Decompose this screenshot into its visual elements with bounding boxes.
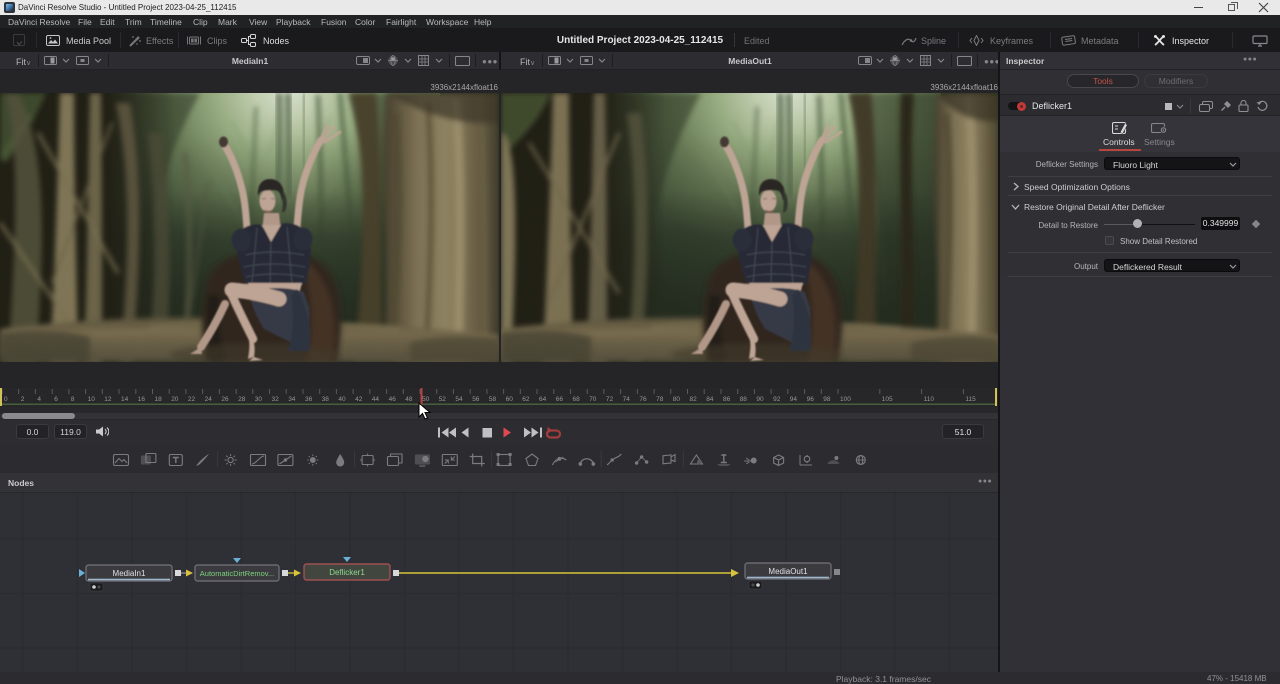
- svg-text:40: 40: [338, 396, 346, 403]
- svg-text:AutomaticDirtRemov...: AutomaticDirtRemov...: [200, 569, 274, 578]
- svg-text:34: 34: [288, 396, 296, 403]
- svg-text:74: 74: [623, 396, 631, 403]
- svg-text:20: 20: [171, 396, 179, 403]
- svg-text:52: 52: [439, 396, 447, 403]
- svg-text:44: 44: [372, 396, 380, 403]
- svg-text:96: 96: [807, 396, 815, 403]
- svg-text:42: 42: [355, 396, 363, 403]
- svg-text:66: 66: [556, 396, 564, 403]
- svg-text:24: 24: [205, 396, 213, 403]
- svg-text:6: 6: [54, 396, 58, 403]
- svg-text:94: 94: [790, 396, 798, 403]
- svg-text:58: 58: [489, 396, 497, 403]
- svg-text:36: 36: [305, 396, 313, 403]
- svg-text:98: 98: [823, 396, 831, 403]
- svg-text:38: 38: [322, 396, 330, 403]
- svg-text:14: 14: [121, 396, 129, 403]
- svg-text:115: 115: [965, 396, 976, 403]
- svg-text:8: 8: [71, 396, 75, 403]
- svg-text:MediaOut1: MediaOut1: [768, 567, 808, 576]
- svg-text:100: 100: [840, 396, 851, 403]
- svg-text:76: 76: [639, 396, 647, 403]
- svg-text:32: 32: [272, 396, 280, 403]
- svg-text:54: 54: [455, 396, 463, 403]
- svg-text:70: 70: [589, 396, 597, 403]
- svg-text:2: 2: [21, 396, 25, 403]
- svg-text:80: 80: [673, 396, 681, 403]
- svg-text:88: 88: [740, 396, 748, 403]
- svg-text:26: 26: [221, 396, 229, 403]
- svg-text:110: 110: [924, 396, 935, 403]
- svg-text:0: 0: [4, 396, 8, 403]
- svg-text:16: 16: [138, 396, 146, 403]
- svg-text:28: 28: [238, 396, 246, 403]
- svg-text:86: 86: [723, 396, 731, 403]
- svg-text:84: 84: [706, 396, 714, 403]
- svg-text:18: 18: [155, 396, 163, 403]
- svg-text:30: 30: [255, 396, 263, 403]
- svg-text:62: 62: [522, 396, 530, 403]
- svg-text:68: 68: [573, 396, 581, 403]
- svg-text:56: 56: [472, 396, 480, 403]
- svg-text:46: 46: [389, 396, 397, 403]
- svg-text:90: 90: [756, 396, 764, 403]
- svg-text:92: 92: [773, 396, 781, 403]
- svg-text:10: 10: [88, 396, 96, 403]
- svg-text:64: 64: [539, 396, 547, 403]
- svg-text:22: 22: [188, 396, 196, 403]
- svg-text:78: 78: [656, 396, 664, 403]
- svg-text:4: 4: [37, 396, 41, 403]
- svg-text:82: 82: [690, 396, 698, 403]
- svg-text:12: 12: [104, 396, 112, 403]
- svg-text:Deflicker1: Deflicker1: [329, 568, 365, 577]
- svg-text:48: 48: [405, 396, 413, 403]
- svg-text:MediaIn1: MediaIn1: [113, 569, 146, 578]
- svg-text:72: 72: [606, 396, 614, 403]
- svg-text:105: 105: [882, 396, 893, 403]
- svg-text:60: 60: [506, 396, 514, 403]
